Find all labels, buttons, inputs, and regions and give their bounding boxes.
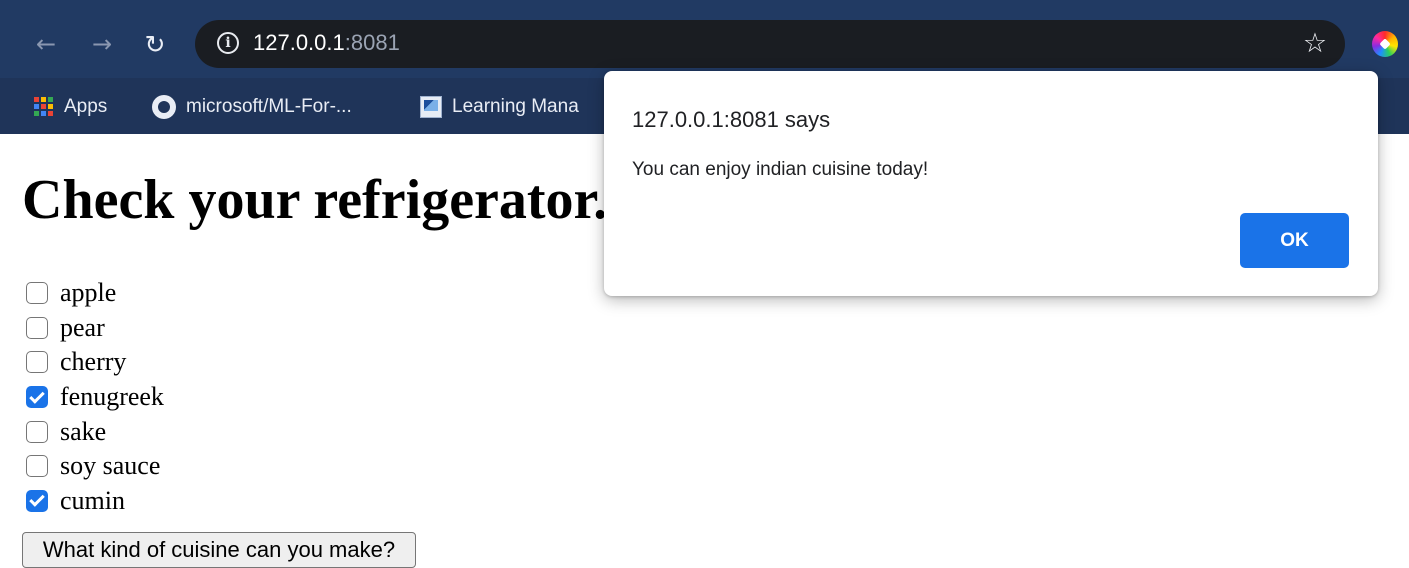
- bookmark-label: Apps: [64, 96, 108, 117]
- forward-button[interactable]: →: [84, 26, 120, 62]
- learning-management-icon: [420, 96, 442, 118]
- ingredient-item-pear: pear: [26, 311, 164, 346]
- ingredient-label: cherry: [60, 347, 127, 377]
- ingredient-item-soy-sauce: soy sauce: [26, 449, 164, 484]
- url-port: :8081: [344, 30, 400, 55]
- arrow-right-icon: →: [91, 30, 113, 58]
- bookmark-apps[interactable]: Apps: [34, 92, 107, 122]
- ingredient-label: pear: [60, 312, 105, 342]
- color-wheel-icon[interactable]: [1372, 31, 1398, 57]
- url-host: 127.0.0.1: [253, 30, 345, 55]
- bookmark-label: microsoft/ML-For-...: [186, 96, 352, 117]
- checkbox-fenugreek[interactable]: [26, 386, 48, 409]
- ingredient-label: soy sauce: [60, 451, 161, 481]
- ingredient-list: apple pear cherry fenugreek sake soy sau…: [26, 276, 164, 518]
- checkbox-apple[interactable]: [26, 282, 48, 305]
- back-button[interactable]: ←: [28, 26, 64, 62]
- dialog-title: 127.0.0.1:8081 says: [632, 107, 831, 132]
- ingredient-item-apple: apple: [26, 276, 164, 311]
- alert-dialog: 127.0.0.1:8081 says You can enjoy indian…: [604, 71, 1378, 296]
- bookmark-star-button[interactable]: ☆: [1298, 26, 1332, 60]
- checkbox-pear[interactable]: [26, 316, 48, 339]
- checkbox-cumin[interactable]: [26, 489, 48, 512]
- ok-button[interactable]: OK: [1240, 213, 1349, 268]
- ingredient-label: fenugreek: [60, 382, 164, 412]
- apps-grid-icon: [34, 97, 54, 117]
- ingredient-label: apple: [60, 278, 117, 308]
- page-title: Check your refrigerator.: [22, 169, 608, 231]
- bookmark-label: Learning Mana: [452, 96, 579, 117]
- bookmark-ml-for-beginners[interactable]: microsoft/ML-For-...: [152, 92, 352, 122]
- address-bar[interactable]: i 127.0.0.1:8081: [195, 20, 1345, 68]
- reload-icon: ↻: [144, 29, 166, 59]
- checkbox-sake[interactable]: [26, 420, 48, 443]
- ingredient-item-fenugreek: fenugreek: [26, 380, 164, 415]
- submit-button[interactable]: What kind of cuisine can you make?: [22, 532, 416, 568]
- checkbox-cherry[interactable]: [26, 351, 48, 374]
- ingredient-label: sake: [60, 416, 107, 446]
- ingredient-item-cumin: cumin: [26, 484, 164, 519]
- ingredient-label: cumin: [60, 485, 125, 515]
- bookmark-learning-management[interactable]: Learning Mana: [420, 92, 604, 122]
- dialog-message: You can enjoy indian cuisine today!: [632, 159, 929, 180]
- address-url: 127.0.0.1:8081: [253, 30, 400, 56]
- reload-button[interactable]: ↻: [137, 26, 173, 62]
- arrow-left-icon: ←: [35, 30, 57, 58]
- ingredient-item-sake: sake: [26, 414, 164, 449]
- checkbox-soy-sauce[interactable]: [26, 455, 48, 478]
- ingredient-item-cherry: cherry: [26, 345, 164, 380]
- star-icon: ☆: [1302, 27, 1328, 59]
- browser-toolbar: ← → ↻ i 127.0.0.1:8081 ☆: [0, 0, 1409, 78]
- info-icon[interactable]: i: [217, 32, 239, 54]
- github-icon: [152, 95, 176, 119]
